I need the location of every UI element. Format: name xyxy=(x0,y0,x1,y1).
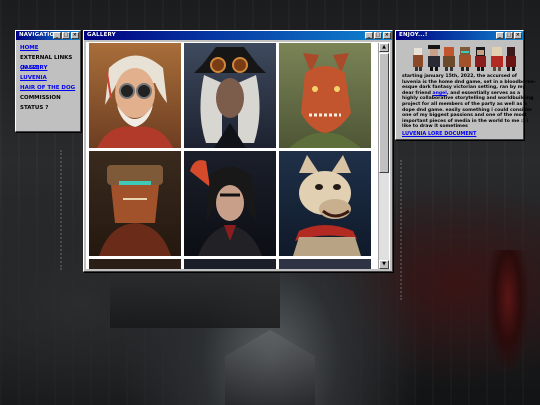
sprite-character xyxy=(491,47,503,71)
maximize-button[interactable]: □ xyxy=(62,32,70,39)
portrait-art xyxy=(194,47,266,148)
close-button[interactable]: × xyxy=(383,32,391,39)
close-button[interactable]: × xyxy=(514,32,522,39)
portrait-art xyxy=(190,160,262,256)
minimize-button[interactable]: _ xyxy=(496,32,504,39)
portrait-art xyxy=(289,53,361,148)
minimize-button[interactable]: _ xyxy=(365,32,373,39)
gallery-image-partial[interactable] xyxy=(184,259,276,269)
portrait-art xyxy=(293,155,361,256)
gallery-image-goggled-hat[interactable] xyxy=(184,43,276,148)
enjoy-content: starting january 15th, 2022, the accurse… xyxy=(398,42,536,137)
scroll-up-arrow-icon[interactable]: ▲ xyxy=(379,43,389,52)
gallery-image-white-haired-man[interactable] xyxy=(89,43,181,148)
enjoy-description: starting january 15th, 2022, the accurse… xyxy=(402,74,536,130)
minimize-button[interactable]: _ xyxy=(53,32,61,39)
portrait-art xyxy=(97,55,173,148)
background-figure xyxy=(488,250,528,370)
nav-label-external-links: EXTERNAL LINKS xyxy=(20,55,73,61)
enjoy-titlebar[interactable]: ENJOY...! _ □ × xyxy=(396,31,523,40)
navigation-list: HOME EXTERNAL LINKS (N.SZ) GALLERY LUVEN… xyxy=(16,40,80,111)
gallery-scrollbar[interactable]: ▲ ▼ xyxy=(378,43,389,269)
background-chain xyxy=(60,150,62,270)
scroll-down-arrow-icon[interactable]: ▼ xyxy=(379,260,389,269)
nav-item-luvenia[interactable]: LUVENIA xyxy=(20,73,76,83)
nav-item-home[interactable]: HOME xyxy=(20,43,76,53)
gallery-window: GALLERY _ □ × ▲ ▼ xyxy=(83,30,393,272)
sprite-character xyxy=(475,47,486,71)
gallery-image-partial[interactable] xyxy=(89,259,181,269)
background-cathedral xyxy=(225,330,315,405)
sprite-character xyxy=(413,48,423,71)
gallery-image-dark-haired-man[interactable] xyxy=(184,151,276,256)
nav-link-hair-of-the-dog[interactable]: HAIR OF THE DOG xyxy=(20,85,75,91)
sprite-character xyxy=(459,47,471,71)
gallery-image-partial[interactable] xyxy=(279,259,371,269)
gallery-image-dog[interactable] xyxy=(279,151,371,256)
maximize-button[interactable]: □ xyxy=(505,32,513,39)
navigation-titlebar[interactable]: NAVIGATION _ □ × xyxy=(16,31,80,40)
nav-item-commission-status[interactable]: COMMISSION STATUS ? xyxy=(20,93,76,111)
close-button[interactable]: × xyxy=(71,32,79,39)
gallery-grid xyxy=(89,43,371,269)
nav-link-luvenia[interactable]: LUVENIA xyxy=(20,75,47,81)
enjoy-text-part-2: , and essentially serves as a highly col… xyxy=(402,90,534,130)
lore-document-link[interactable]: LUVENIA LORE DOCUMENT xyxy=(402,131,476,137)
party-sprites-image xyxy=(413,45,516,71)
sprite-character xyxy=(428,45,440,71)
gallery-image-orange-dragon[interactable] xyxy=(279,43,371,148)
sprite-character xyxy=(506,47,516,71)
nav-label-commission-status: COMMISSION STATUS ? xyxy=(20,95,61,111)
background-chain xyxy=(400,160,402,300)
sprite-character xyxy=(443,47,455,71)
gallery-titlebar[interactable]: GALLERY _ □ × xyxy=(84,31,392,40)
scroll-thumb[interactable] xyxy=(379,53,389,173)
gallery-title: GALLERY xyxy=(87,32,116,38)
maximize-button[interactable]: □ xyxy=(374,32,382,39)
nav-link-gallery[interactable]: GALLERY xyxy=(20,65,47,71)
enjoy-title: ENJOY...! xyxy=(399,32,428,38)
nav-item-external-links[interactable]: EXTERNAL LINKS (N.SZ) xyxy=(20,53,76,71)
portrait-art xyxy=(99,165,171,256)
navigation-window: NAVIGATION _ □ × HOME EXTERNAL LINKS (N.… xyxy=(15,30,81,132)
background-scenery xyxy=(110,268,280,328)
nav-item-hair-of-the-dog[interactable]: HAIR OF THE DOG xyxy=(20,83,76,93)
enjoy-window: ENJOY...! _ □ × starting january 15th, 2… xyxy=(395,30,536,140)
gallery-image-helmeted-figure[interactable] xyxy=(89,151,181,256)
nav-link-home[interactable]: HOME xyxy=(20,45,39,51)
nav-item-gallery[interactable]: GALLERY xyxy=(20,63,76,73)
